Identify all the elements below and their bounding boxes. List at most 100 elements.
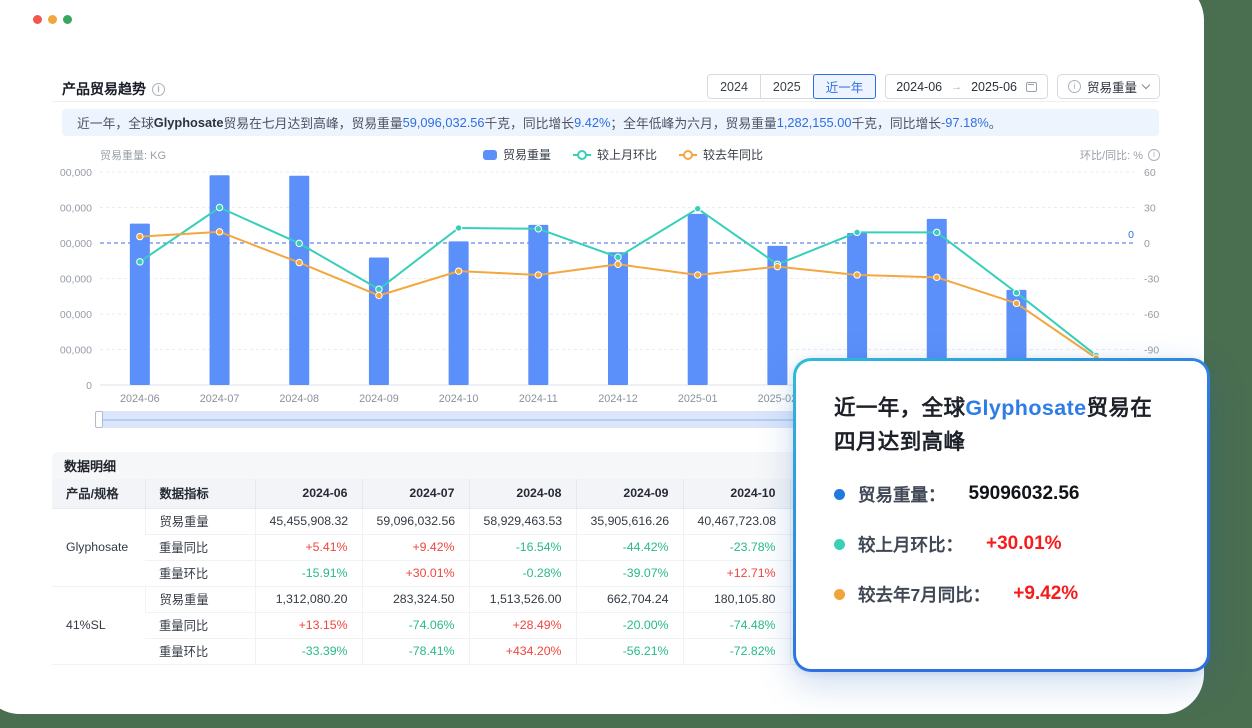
metric-cell: 重量环比 xyxy=(145,560,255,586)
value-cell: 1,513,526.00 xyxy=(469,586,576,612)
data-point[interactable] xyxy=(1013,290,1019,296)
calendar-icon xyxy=(1026,82,1037,92)
data-point[interactable] xyxy=(854,229,860,235)
bar-2024-11[interactable] xyxy=(528,225,548,385)
metric-cell: 贸易重量 xyxy=(145,508,255,534)
legend-item-bar[interactable]: 贸易重量 xyxy=(483,146,551,163)
close-window-icon[interactable] xyxy=(33,15,42,24)
insight-item-value: +30.01% xyxy=(986,533,1062,555)
data-point[interactable] xyxy=(774,263,780,269)
chart-header: 贸易重量: KG 贸易重量 较上月环比 较去年同比 环比/同比: % xyxy=(62,146,1160,163)
data-point[interactable] xyxy=(854,272,860,278)
data-point[interactable] xyxy=(296,259,302,265)
right-axis-title: 环比/同比: % xyxy=(1080,147,1160,163)
right-axis-tick: 30 xyxy=(1144,203,1156,215)
metric-dropdown[interactable]: 贸易重量 xyxy=(1057,74,1160,99)
desktop: { "window": { "traffic_lights": { "red":… xyxy=(0,0,1252,728)
minimize-window-icon[interactable] xyxy=(48,15,57,24)
data-point[interactable] xyxy=(216,204,222,210)
info-icon xyxy=(1068,80,1081,93)
reference-line-label: 0 xyxy=(1128,229,1134,241)
left-axis-tick: 20,000,000 xyxy=(60,309,92,321)
summary-banner: 近一年，全球Glyphosate贸易在七月达到高峰，贸易重量59,096,032… xyxy=(62,109,1159,136)
data-point[interactable] xyxy=(615,261,621,267)
time-range-tabs: 2024 2025 近一年 xyxy=(707,74,876,99)
info-icon[interactable] xyxy=(1148,149,1160,161)
data-point[interactable] xyxy=(137,259,143,265)
data-point[interactable] xyxy=(137,233,143,239)
x-axis-label: 2025-01 xyxy=(678,393,718,405)
data-point[interactable] xyxy=(535,272,541,278)
chart-legend: 贸易重量 较上月环比 较去年同比 xyxy=(166,146,1080,163)
product-cell: 41%SL xyxy=(52,586,145,664)
right-axis-tick: 0 xyxy=(1144,238,1150,250)
data-point[interactable] xyxy=(934,274,940,280)
x-axis-label: 2024-08 xyxy=(279,393,319,405)
data-point[interactable] xyxy=(694,205,700,211)
value-cell: -33.39% xyxy=(255,638,362,664)
metric-cell: 重量环比 xyxy=(145,638,255,664)
legend-label: 较去年同比 xyxy=(703,146,763,163)
data-point[interactable] xyxy=(694,272,700,278)
right-axis-tick: 60 xyxy=(1144,167,1156,179)
tab-2025[interactable]: 2025 xyxy=(760,74,814,99)
legend-line-marker-icon xyxy=(573,150,591,160)
data-point[interactable] xyxy=(216,229,222,235)
text-segment: 。 xyxy=(989,113,1002,132)
date-to: 2025-06 xyxy=(971,80,1017,94)
chevron-down-icon xyxy=(1142,81,1150,89)
left-axis-tick: 10,000,000 xyxy=(60,345,92,357)
insight-item-value: +9.42% xyxy=(1013,583,1078,605)
insight-card-items: 贸易重量：59096032.56较上月环比：+30.01%较去年7月同比：+9.… xyxy=(834,482,1173,607)
insight-card: 近一年，全球Glyphosate贸易在四月达到高峰 贸易重量：59096032.… xyxy=(793,358,1210,672)
left-axis-tick: 30,000,000 xyxy=(60,274,92,286)
x-axis-label: 2024-12 xyxy=(598,393,638,405)
insight-item-label: 较上月环比： xyxy=(858,532,963,557)
info-icon[interactable] xyxy=(152,83,165,96)
data-point[interactable] xyxy=(615,254,621,260)
tab-last-year[interactable]: 近一年 xyxy=(813,74,877,99)
bar-2024-08[interactable] xyxy=(289,176,309,385)
bullet-dot-icon xyxy=(834,489,845,500)
data-point[interactable] xyxy=(455,268,461,274)
x-axis-label: 2024-11 xyxy=(519,393,558,405)
value-cell: -74.48% xyxy=(683,612,790,638)
legend-label: 较上月环比 xyxy=(597,146,657,163)
date-from: 2024-06 xyxy=(896,80,942,94)
value-cell: +12.71% xyxy=(683,560,790,586)
legend-item-line[interactable]: 较上月环比 xyxy=(573,146,657,163)
text-segment: 千克，同比增长 xyxy=(484,113,574,132)
text-segment: -97.18% xyxy=(941,115,989,130)
value-cell: -0.28% xyxy=(469,560,576,586)
data-point[interactable] xyxy=(535,226,541,232)
insight-item-label: 贸易重量： xyxy=(858,482,946,507)
data-point[interactable] xyxy=(376,286,382,292)
value-cell: 283,324.50 xyxy=(362,586,469,612)
data-point[interactable] xyxy=(455,225,461,231)
data-point[interactable] xyxy=(376,292,382,298)
insight-item: 贸易重量：59096032.56 xyxy=(834,482,1173,507)
date-range-picker[interactable]: 2024-06 → 2025-06 xyxy=(885,74,1048,99)
left-axis-title: 贸易重量: KG xyxy=(100,147,166,163)
maximize-window-icon[interactable] xyxy=(63,15,72,24)
bar-2024-12[interactable] xyxy=(608,252,628,385)
x-axis-label: 2024-10 xyxy=(439,393,479,405)
text-segment: 近一年，全球 xyxy=(834,396,965,420)
legend-line-marker-icon xyxy=(679,150,697,160)
left-axis-tick: 40,000,000 xyxy=(60,238,92,250)
value-cell: -74.06% xyxy=(362,612,469,638)
data-point[interactable] xyxy=(1013,300,1019,306)
left-axis-tick: 50,000,000 xyxy=(60,203,92,215)
bar-2024-09[interactable] xyxy=(369,258,389,385)
data-point[interactable] xyxy=(934,229,940,235)
x-axis-label: 2024-09 xyxy=(359,393,399,405)
x-axis-label: 2024-07 xyxy=(200,393,240,405)
slider-left-handle[interactable] xyxy=(95,411,103,428)
text-segment: 59,096,032.56 xyxy=(403,115,485,130)
bar-2024-10[interactable] xyxy=(449,241,469,385)
bar-2025-01[interactable] xyxy=(688,214,708,385)
data-point[interactable] xyxy=(296,240,302,246)
tab-2024[interactable]: 2024 xyxy=(707,74,761,99)
bar-2024-06[interactable] xyxy=(130,224,150,385)
legend-item-line[interactable]: 较去年同比 xyxy=(679,146,763,163)
